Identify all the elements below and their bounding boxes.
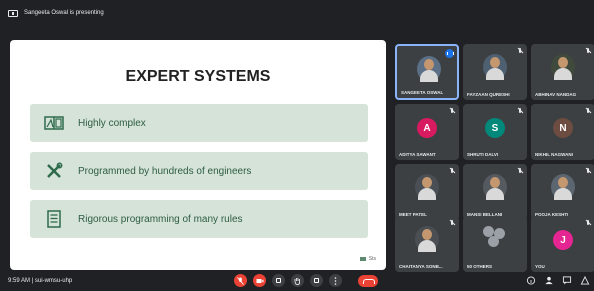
present-icon xyxy=(314,278,319,283)
avatar: N xyxy=(553,118,573,138)
slide-title: EXPERT SYSTEMS xyxy=(125,68,271,85)
participant-name: SHRUTI DALVI xyxy=(467,152,499,157)
present-screen-icon xyxy=(8,9,18,17)
slide-bullet-text: Programmed by hundreds of engineers xyxy=(78,165,252,177)
mic-off-icon xyxy=(585,48,591,54)
avatar-photo xyxy=(483,174,507,200)
avatar-photo xyxy=(417,56,441,82)
chat-icon[interactable] xyxy=(562,276,572,285)
avatar-photo xyxy=(415,226,439,252)
participant-name: Sangeeta Oswal xyxy=(401,90,444,95)
people-icon[interactable] xyxy=(544,276,554,285)
participant-name: ABHINAV NANDAG xyxy=(535,92,577,97)
participant-name: ADITYA SAWANT xyxy=(399,152,436,157)
captions-icon xyxy=(276,278,281,283)
presenting-banner: Sangeeta Oswal is presenting xyxy=(0,0,594,26)
slide-bullet-text: Rigorous programming of many rules xyxy=(78,213,243,225)
participant-tile[interactable]: FAYZAAN QURESHI xyxy=(463,44,527,100)
mic-off-icon xyxy=(585,168,591,174)
shared-slide: EXPERT SYSTEMS Highly complex Programmed… xyxy=(10,40,386,270)
participant-tile[interactable]: pooja keshti xyxy=(531,164,594,220)
info-icon[interactable] xyxy=(526,276,536,285)
avatar: A xyxy=(417,118,437,138)
avatar: S xyxy=(485,118,505,138)
avatar-photo xyxy=(415,174,439,200)
participant-name: FAYZAAN QURESHI xyxy=(467,92,510,97)
slide-bullet-2: Programmed by hundreds of engineers xyxy=(30,152,368,190)
present-now-button[interactable] xyxy=(310,274,323,287)
raise-hand-button[interactable] xyxy=(291,274,304,287)
captions-button[interactable] xyxy=(272,274,285,287)
speaking-indicator-icon xyxy=(445,49,454,58)
leave-call-button[interactable] xyxy=(358,275,378,287)
participant-name: NIKHIL NAGWANI xyxy=(535,152,573,157)
mic-off-icon xyxy=(517,168,523,174)
slide-bullet-3: Rigorous programming of many rules xyxy=(30,200,368,238)
participant-tile[interactable]: CHAITANYA SONB... xyxy=(395,216,459,272)
avatar-photo xyxy=(483,54,507,80)
mic-off-icon xyxy=(517,108,523,114)
avatar-photo xyxy=(551,174,575,200)
presenting-text: Sangeeta Oswal is presenting xyxy=(24,10,104,16)
participant-name: 50 others xyxy=(467,264,493,269)
camera-toggle-button[interactable] xyxy=(253,274,266,287)
hand-icon xyxy=(294,277,300,285)
mic-off-icon xyxy=(449,220,455,226)
slide-bullet-1: Highly complex xyxy=(30,104,368,142)
others-avatars-icon xyxy=(483,226,507,248)
participant-tile[interactable]: Sangeeta Oswal xyxy=(395,44,459,100)
participant-tile[interactable]: N NIKHIL NAGWANI xyxy=(531,104,594,160)
mic-off-icon xyxy=(585,108,591,114)
slide-footer-text: Sts xyxy=(368,256,376,262)
participant-tile[interactable]: Meet Patel xyxy=(395,164,459,220)
more-options-button[interactable] xyxy=(329,274,342,287)
mic-off-icon xyxy=(449,108,455,114)
participant-tile[interactable]: A ADITYA SAWANT xyxy=(395,104,459,160)
participant-tile[interactable]: MANSI BELLANI xyxy=(463,164,527,220)
more-vert-icon xyxy=(334,276,337,285)
mic-off-icon xyxy=(449,168,455,174)
slide-bullet-text: Highly complex xyxy=(78,117,146,129)
meeting-time-code: 9:59 AM | sui-wmsu-uhp xyxy=(8,277,73,284)
participant-tile[interactable]: 50 others xyxy=(463,216,527,272)
mic-toggle-button[interactable] xyxy=(234,274,247,287)
activities-icon[interactable] xyxy=(580,276,590,285)
complex-diagram-icon xyxy=(42,113,66,133)
participant-tile[interactable]: J You xyxy=(531,216,594,272)
mic-off-icon xyxy=(585,220,591,226)
avatar: J xyxy=(553,230,573,250)
tools-icon xyxy=(42,161,66,181)
mic-off-icon xyxy=(517,48,523,54)
document-rules-icon xyxy=(42,209,66,229)
participant-tile[interactable]: ABHINAV NANDAG xyxy=(531,44,594,100)
slide-footer: Sts xyxy=(359,256,376,262)
participant-name: CHAITANYA SONB... xyxy=(399,264,443,269)
slide-logo-icon xyxy=(359,256,366,261)
avatar-photo xyxy=(551,54,575,80)
participant-name: You xyxy=(535,264,545,269)
participant-tile[interactable]: S SHRUTI DALVI xyxy=(463,104,527,160)
